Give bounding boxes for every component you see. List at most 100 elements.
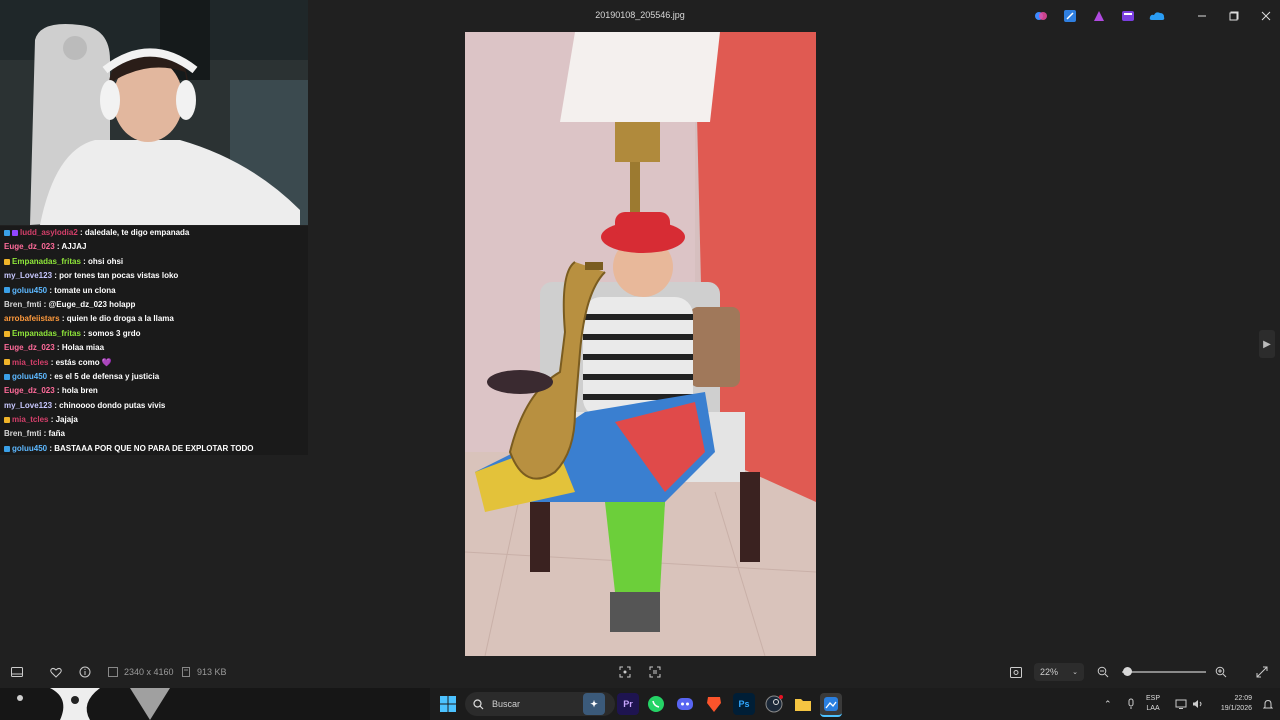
chat-username[interactable]: Empanadas_fritas	[12, 329, 81, 338]
filesize-info: 913 KB	[181, 664, 227, 680]
onedrive-icon[interactable]	[1148, 8, 1166, 24]
close-button[interactable]	[1250, 4, 1280, 28]
copilot-icon[interactable]	[1032, 8, 1050, 24]
tray-volume[interactable]	[1192, 688, 1204, 720]
chat-username[interactable]: mia_tcles	[12, 358, 48, 367]
zoom-out-icon	[1097, 666, 1109, 678]
chat-username[interactable]: Euge_dz_023	[4, 343, 55, 352]
tray-overflow[interactable]: ⌃	[1104, 688, 1112, 720]
chat-message: Euge_dz_023 : Holaa miaa	[0, 341, 308, 355]
edit-image-icon[interactable]	[1061, 8, 1079, 24]
chat-message: goluu450 : BASTAAA POR QUE NO PARA DE EX…	[0, 442, 308, 456]
chat-message: mia_tcles : Jajaja	[0, 413, 308, 427]
taskbar-brave[interactable]	[703, 693, 725, 715]
brave-icon	[707, 697, 721, 712]
chat-username[interactable]: Euge_dz_023	[4, 242, 55, 251]
chat-username[interactable]: Euge_dz_023	[4, 386, 55, 395]
start-button[interactable]	[440, 696, 456, 715]
next-image-button[interactable]: ▶	[1259, 330, 1275, 358]
taskbar-widget-app[interactable]: ✦	[583, 693, 605, 715]
windows-icon	[440, 696, 456, 712]
taskbar-photoshop[interactable]: Ps	[733, 693, 755, 715]
ocr-button[interactable]	[646, 664, 664, 680]
taskbar-steam[interactable]	[763, 693, 785, 715]
file-info-button[interactable]	[76, 664, 94, 680]
chat-username[interactable]: arrobafeiistars	[4, 314, 60, 323]
chat-username[interactable]: my_Love123	[4, 401, 52, 410]
favorite-button[interactable]	[47, 664, 65, 680]
visual-search-icon	[619, 666, 631, 678]
folder-icon	[795, 699, 811, 711]
zoom-out-button[interactable]	[1094, 664, 1112, 680]
photo-view[interactable]	[465, 32, 816, 656]
chat-message: goluu450 : es el 5 de defensa y justicia	[0, 370, 308, 384]
network-icon	[1175, 699, 1187, 709]
zoom-in-button[interactable]	[1212, 664, 1230, 680]
clipchamp-icon[interactable]	[1119, 8, 1137, 24]
taskbar-whatsapp[interactable]	[645, 693, 667, 715]
chat-username[interactable]: Bren_fmti	[4, 429, 41, 438]
chat-message: Empanadas_fritas : somos 3 grdo	[0, 327, 308, 341]
chat-separator: :	[48, 415, 56, 425]
designer-icon[interactable]	[1090, 8, 1108, 24]
chevron-right-icon: ▶	[1263, 338, 1271, 350]
chat-username[interactable]: my_Love123	[4, 271, 52, 280]
zoom-dropdown[interactable]: 22% ⌄	[1034, 663, 1084, 681]
chat-badge-icon	[4, 330, 10, 337]
chat-text: es el 5 de defensa y justicia	[54, 371, 160, 381]
tray-network[interactable]	[1175, 688, 1187, 720]
zoom-slider-track[interactable]	[1122, 671, 1206, 673]
chat-username[interactable]: goluu450	[12, 286, 47, 295]
chat-badge-icon	[4, 416, 10, 423]
chat-username[interactable]: goluu450	[12, 444, 47, 453]
chat-badge-icon	[4, 373, 10, 380]
chat-text: @Euge_dz_023 holapp	[48, 299, 136, 309]
taskbar-discord[interactable]	[674, 693, 696, 715]
filmstrip-button[interactable]	[8, 664, 26, 680]
chat-username[interactable]: mia_tcles	[12, 415, 48, 424]
chat-username[interactable]: Empanadas_fritas	[12, 257, 81, 266]
restore-icon	[1229, 11, 1239, 21]
chat-message: ludd_asylodia2 : daledale, te digo empan…	[0, 226, 308, 240]
viewer-toolbar: 2340 x 4160 913 KB 22% ⌄	[0, 658, 1280, 686]
chat-message: mia_tcles : estás como 💜	[0, 356, 308, 370]
taskbar-file-explorer[interactable]	[792, 693, 814, 715]
file-size-icon	[182, 667, 190, 677]
language-indicator[interactable]: ESP LAA	[1146, 694, 1160, 714]
zoom-slider-thumb[interactable]	[1122, 667, 1132, 676]
visual-search-button[interactable]	[616, 664, 634, 680]
photoshop-label: Ps	[738, 699, 750, 709]
chat-text: por tenes tan pocas vistas loko	[59, 271, 179, 281]
dimensions-info: 2340 x 4160	[108, 664, 174, 680]
chat-message: Empanadas_fritas : ohsi ohsi	[0, 255, 308, 269]
image-filesize: 913 KB	[197, 667, 227, 677]
title-app-icons	[1032, 8, 1166, 24]
text-scan-icon	[649, 666, 661, 678]
chat-username[interactable]: ludd_asylodia2	[20, 228, 78, 237]
zoom-level: 22%	[1040, 667, 1059, 677]
tray-mic[interactable]	[1127, 688, 1135, 720]
system-clock[interactable]: 22:09 19/1/2026	[1210, 694, 1252, 714]
webcam-feed	[0, 0, 308, 225]
chat-text: Jajaja	[55, 415, 78, 425]
chat-message: goluu450 : tomate un clona	[0, 284, 308, 298]
chat-separator: :	[80, 256, 89, 266]
chat-text: chinoooo dondo putas vivis	[59, 400, 166, 410]
info-icon	[79, 666, 91, 678]
chat-badge-icon	[4, 287, 10, 294]
chat-username[interactable]: goluu450	[12, 372, 47, 381]
tray-notifications[interactable]	[1263, 688, 1273, 720]
chat-message: Euge_dz_023 : AJJAJ	[0, 240, 308, 254]
chat-text: tomate un clona	[54, 285, 116, 295]
maximize-button[interactable]	[1218, 4, 1250, 28]
minimize-button[interactable]	[1186, 4, 1218, 28]
bell-icon	[1263, 699, 1273, 708]
fit-to-window-button[interactable]	[1007, 664, 1025, 680]
search-label: Buscar	[492, 699, 521, 709]
chat-username[interactable]: Bren_fmti	[4, 300, 41, 309]
chat-message: Bren_fmti : @Euge_dz_023 holapp	[0, 298, 308, 312]
taskbar-premiere[interactable]: Pr	[617, 693, 639, 715]
taskbar-photos-active[interactable]	[820, 693, 842, 717]
fullscreen-button[interactable]	[1253, 664, 1271, 680]
photos-icon	[824, 697, 838, 711]
